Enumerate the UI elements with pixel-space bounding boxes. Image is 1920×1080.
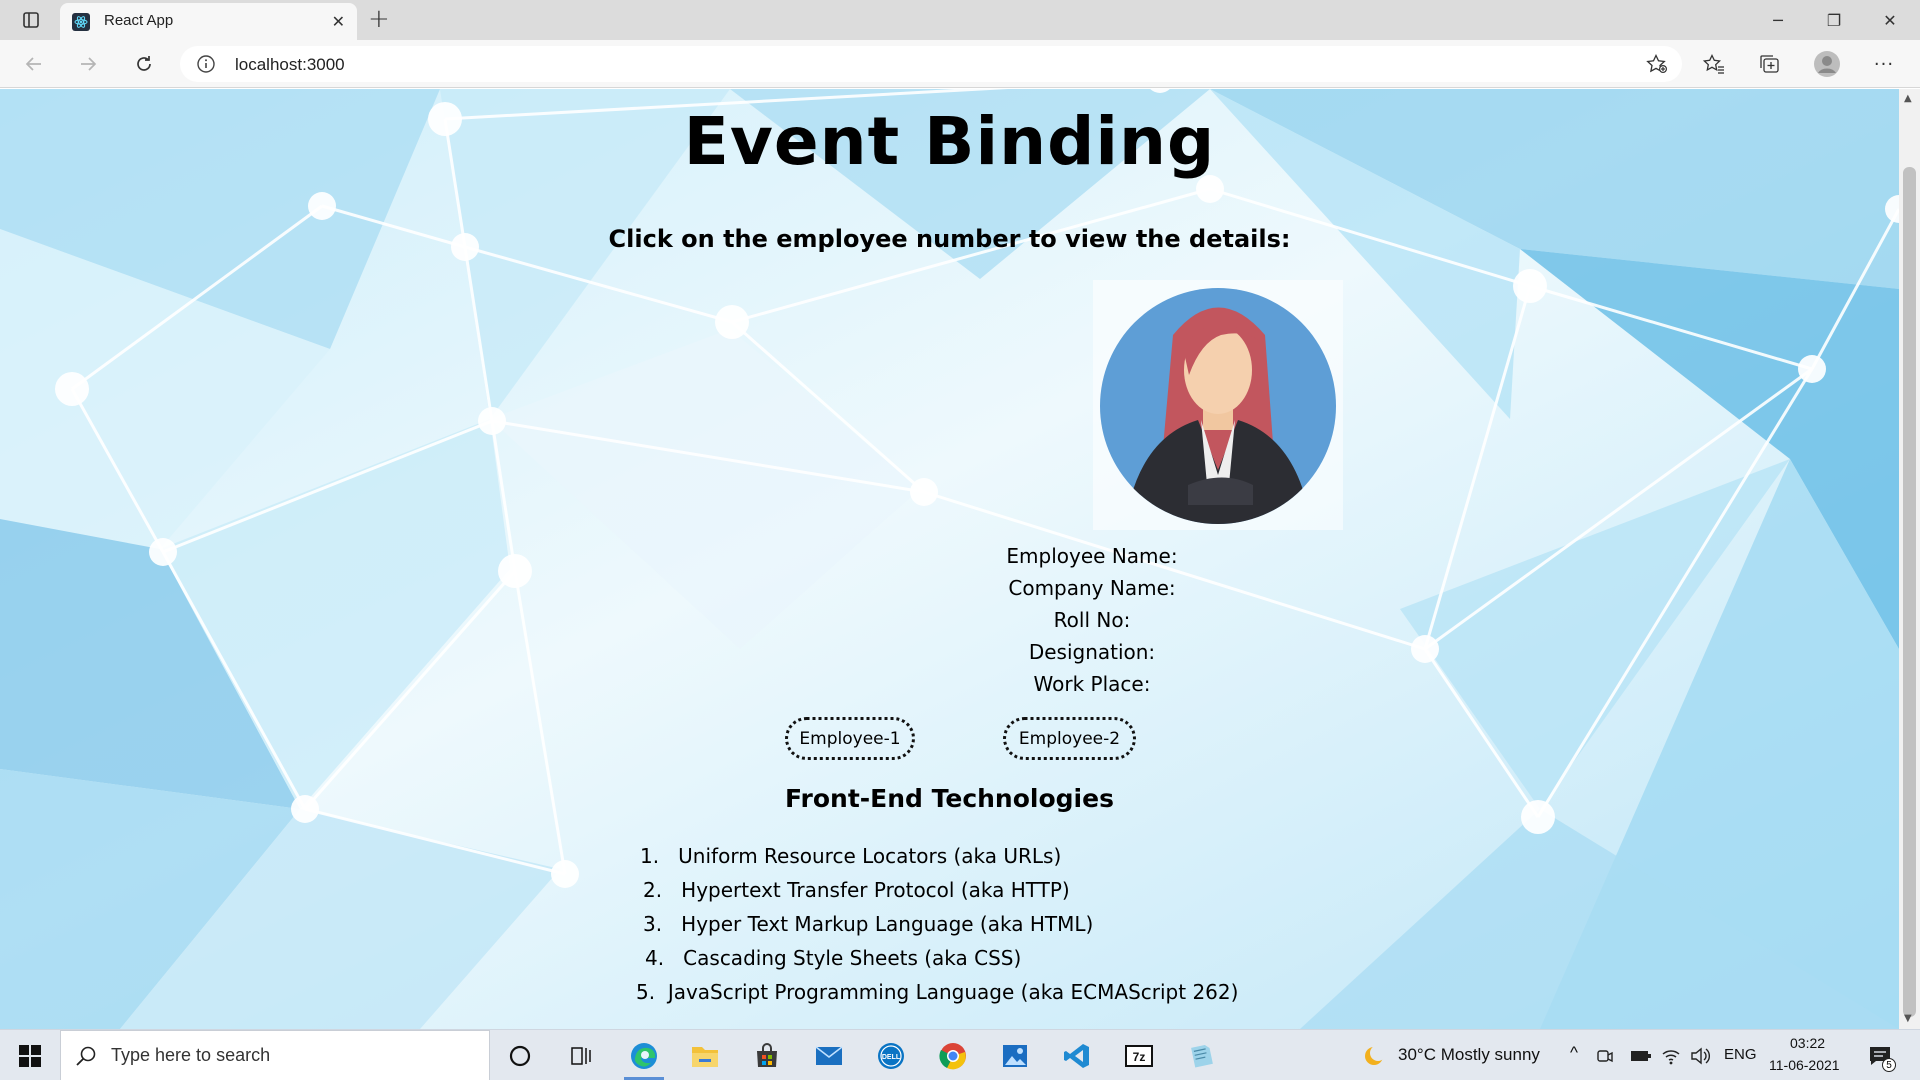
section-title: Front-End Technologies [785,784,1114,813]
designation-label: Designation: [1028,640,1156,664]
mail-icon[interactable] [811,1038,847,1074]
employee-name-label: Employee Name: [1006,544,1178,568]
clock-date[interactable]: 11-06-2021 [1769,1057,1840,1073]
maximize-button[interactable]: ❐ [1806,4,1862,36]
url-text[interactable]: localhost:3000 [235,55,345,75]
list-item-number: 4. [645,946,665,970]
list-item: 5. JavaScript Programming Language (aka … [636,980,1238,1014]
favorites-icon[interactable] [1698,49,1730,79]
new-tab-button[interactable]: + [368,4,390,34]
volume-icon[interactable] [1688,1038,1712,1074]
notification-count-badge: 5 [1882,1058,1896,1072]
app-content: Event Binding Click on the employee numb… [0,89,1899,1029]
tab-bar: React App ✕ + ─ ❐ ✕ [0,0,1920,40]
employee-1-button[interactable]: Employee-1 [785,717,915,760]
info-icon[interactable] [196,54,216,74]
list-item-text: Uniform Resource Locators (aka URLs) [678,844,1062,868]
language-indicator[interactable]: ENG [1724,1046,1757,1063]
employee-avatar [1093,280,1343,530]
address-bar: localhost:3000 ··· [0,40,1920,88]
list-item: 2. Hypertext Transfer Protocol (aka HTTP… [643,878,1070,912]
react-icon [72,13,90,31]
roll-no-label: Roll No: [1053,608,1131,632]
meet-now-icon[interactable] [1593,1038,1617,1074]
taskbar: Type here to search DELL 7z 30°C Mostly … [0,1029,1920,1080]
close-window-button[interactable]: ✕ [1862,4,1918,36]
weather-sun-icon[interactable] [1356,1038,1392,1074]
employee-details: Employee Name: Company Name: Roll No: De… [0,540,1899,700]
battery-icon[interactable] [1629,1038,1653,1074]
list-item-text: Cascading Style Sheets (aka CSS) [683,946,1022,970]
refresh-button[interactable] [128,49,160,79]
collections-icon[interactable] [1754,49,1786,79]
list-item-text: Hypertext Transfer Protocol (aka HTTP) [681,878,1070,902]
windows-start-icon[interactable] [0,1030,60,1080]
scroll-up-icon[interactable]: ▲ [1904,93,1912,104]
vertical-scrollbar[interactable]: ▲ ▼ [1899,89,1920,1029]
page-title: Event Binding [683,103,1216,180]
vscode-icon[interactable] [1059,1038,1095,1074]
more-options-icon[interactable]: ··· [1868,49,1900,79]
svg-text:7z: 7z [1133,1050,1146,1064]
list-item-text: Hyper Text Markup Language (aka HTML) [681,912,1094,936]
scroll-thumb[interactable] [1903,167,1916,1017]
notifications-icon[interactable]: 5 [1862,1038,1898,1074]
notepad-icon[interactable] [1183,1038,1219,1074]
work-place-label: Work Place: [1033,672,1151,696]
tab-actions-icon[interactable] [14,6,48,34]
tab-close-icon[interactable]: ✕ [332,12,345,31]
tab-title: React App [104,12,174,29]
list-item: 1. Uniform Resource Locators (aka URLs) [640,844,1061,878]
businesswoman-avatar-icon [1100,288,1336,524]
add-favorite-icon[interactable] [1646,53,1668,78]
list-item: 4. Cascading Style Sheets (aka CSS) [645,946,1021,980]
chevron-up-icon[interactable]: ^ [1570,1043,1578,1063]
wifi-icon[interactable] [1659,1038,1683,1074]
7zip-icon[interactable]: 7z [1121,1038,1157,1074]
list-item-number: 3. [643,912,663,936]
employee-2-button[interactable]: Employee-2 [1003,717,1136,760]
list-item-text: JavaScript Programming Language (aka ECM… [667,980,1239,1004]
search-placeholder[interactable]: Type here to search [111,1045,270,1066]
list-item-number: 5. [636,980,656,1004]
weather-text[interactable]: 30°C Mostly sunny [1398,1045,1540,1065]
search-icon [76,1046,96,1066]
list-item-number: 1. [640,844,660,868]
taskbar-search[interactable]: Type here to search [60,1030,490,1080]
minimize-button[interactable]: ─ [1750,4,1806,36]
back-button[interactable] [18,49,50,79]
scroll-down-icon[interactable]: ▼ [1904,1013,1912,1024]
edge-icon[interactable] [626,1038,662,1074]
task-view-icon[interactable] [563,1038,599,1074]
cortana-icon[interactable] [502,1038,538,1074]
dell-icon[interactable]: DELL [873,1038,909,1074]
list-item: 3. Hyper Text Markup Language (aka HTML) [643,912,1093,946]
file-explorer-icon[interactable] [687,1038,723,1074]
photos-icon[interactable] [997,1038,1033,1074]
store-icon[interactable] [749,1038,785,1074]
list-item-number: 2. [643,878,663,902]
forward-button[interactable] [72,49,104,79]
company-name-label: Company Name: [1008,576,1176,600]
clock-time[interactable]: 03:22 [1790,1035,1825,1051]
profile-avatar-icon[interactable] [1811,49,1843,79]
instruction-text: Click on the employee number to view the… [608,225,1291,253]
chrome-icon[interactable] [935,1038,971,1074]
url-box[interactable]: localhost:3000 [180,46,1682,82]
page-viewport: Event Binding Click on the employee numb… [0,89,1899,1029]
svg-text:DELL: DELL [882,1054,901,1061]
browser-tab[interactable]: React App ✕ [60,3,357,40]
